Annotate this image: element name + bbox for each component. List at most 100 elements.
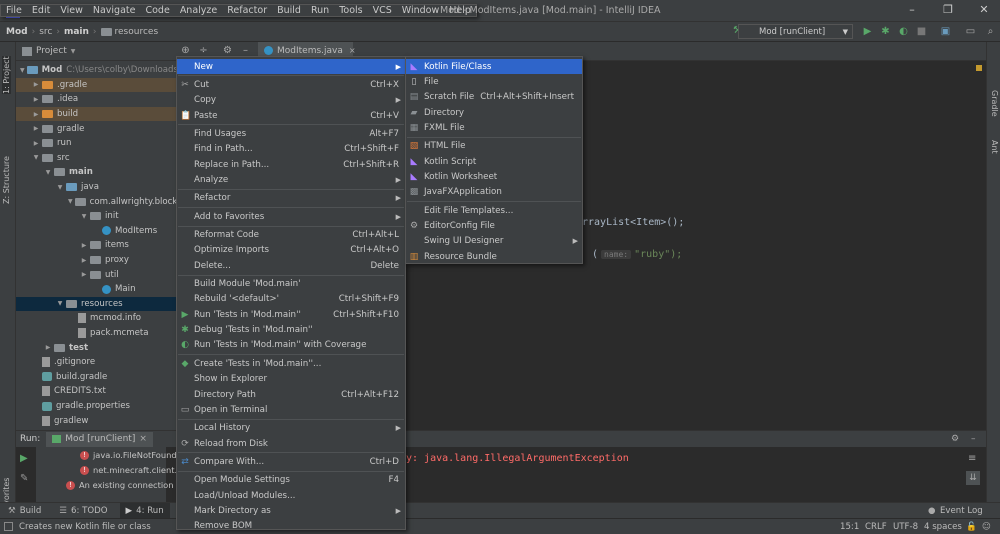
lock-icon[interactable]: 🔓 bbox=[966, 522, 977, 532]
expand-arrow-icon[interactable]: ▼ bbox=[80, 213, 88, 220]
menu-tools[interactable]: Tools bbox=[334, 5, 367, 16]
close-icon[interactable]: ✕ bbox=[977, 3, 991, 17]
stop-icon[interactable]: ■ bbox=[916, 26, 927, 37]
project-structure-icon[interactable]: ▣ bbox=[940, 26, 951, 37]
expand-arrow-icon[interactable]: ▶ bbox=[44, 344, 52, 351]
menu-item-fxml-file[interactable]: ▦ FXML File bbox=[406, 120, 582, 135]
expand-arrow-icon[interactable]: ▶ bbox=[32, 125, 40, 132]
menu-item-directory[interactable]: ▰ Directory bbox=[406, 105, 582, 120]
tree-node[interactable]: ▶ items bbox=[16, 238, 176, 253]
tree-node[interactable]: .gitignore bbox=[16, 355, 176, 370]
menu-item-mark-directory-as[interactable]: Mark Directory as ▶ bbox=[177, 503, 405, 518]
menu-item-optimize-imports[interactable]: Optimize Imports Ctrl+Alt+O bbox=[177, 243, 405, 258]
run-tool-tab[interactable]: ▶ 4: Run bbox=[119, 503, 170, 518]
menu-item-new[interactable]: New ▶ bbox=[177, 59, 405, 74]
menu-item-build-module-mod-main[interactable]: Build Module 'Mod.main' bbox=[177, 277, 405, 292]
tool-windows-icon[interactable] bbox=[4, 522, 13, 531]
menu-build[interactable]: Build bbox=[272, 5, 306, 16]
gradle-tool-tab[interactable]: Gradle bbox=[990, 90, 999, 117]
expand-arrow-icon[interactable]: ▶ bbox=[32, 111, 40, 118]
menu-item-debug-tests-in-mod-main[interactable]: ✱ Debug 'Tests in 'Mod.main'' bbox=[177, 323, 405, 338]
menu-item-rebuild-default[interactable]: Rebuild '<default>' Ctrl+Shift+F9 bbox=[177, 292, 405, 307]
expand-arrow-icon[interactable]: ▶ bbox=[80, 242, 88, 249]
run-tab[interactable]: Mod [runClient] × bbox=[46, 431, 153, 447]
tree-node[interactable]: ▶ proxy bbox=[16, 253, 176, 268]
expand-arrow-icon[interactable]: ▶ bbox=[32, 81, 40, 88]
menu-analyze[interactable]: Analyze bbox=[175, 5, 222, 16]
menu-item-resource-bundle[interactable]: ▥ Resource Bundle bbox=[406, 249, 582, 264]
collapse-icon[interactable]: ÷ bbox=[198, 45, 209, 56]
coverage-icon[interactable]: ◐ bbox=[898, 26, 909, 37]
soft-wrap-icon[interactable]: ≡ bbox=[968, 453, 976, 464]
menu-navigate[interactable]: Navigate bbox=[88, 5, 141, 16]
list-item[interactable]: ! net.minecraft.client.re bbox=[80, 465, 186, 475]
scroll-to-end-icon[interactable]: ⇊ bbox=[966, 471, 980, 485]
expand-arrow-icon[interactable]: ▼ bbox=[56, 300, 64, 307]
tree-node[interactable]: pack.mcmeta bbox=[16, 326, 176, 341]
menu-item-create-tests-in-mod-main[interactable]: ◆ Create 'Tests in 'Mod.main''... bbox=[177, 356, 405, 371]
tree-node[interactable]: build.gradle bbox=[16, 370, 176, 385]
menu-item-kotlin-file-class[interactable]: ◣ Kotlin File/Class bbox=[406, 59, 582, 74]
menu-item-kotlin-worksheet[interactable]: ◣ Kotlin Worksheet bbox=[406, 169, 582, 184]
gear-icon[interactable]: ⚙ bbox=[951, 434, 959, 444]
project-view-select[interactable]: Project bbox=[36, 46, 67, 56]
tree-node[interactable]: gradlew bbox=[16, 413, 176, 428]
tree-node[interactable]: CREDITS.txt bbox=[16, 384, 176, 399]
menu-file[interactable]: File bbox=[1, 5, 27, 16]
menu-item-swing-ui-designer[interactable]: Swing UI Designer ▶ bbox=[406, 234, 582, 249]
menu-item-find-in-path[interactable]: Find in Path... Ctrl+Shift+F bbox=[177, 142, 405, 157]
menu-item-kotlin-script[interactable]: ◣ Kotlin Script bbox=[406, 154, 582, 169]
menu-item-cut[interactable]: ✂ Cut Ctrl+X bbox=[177, 77, 405, 92]
line-separator[interactable]: CRLF bbox=[865, 522, 887, 532]
tree-node[interactable]: mcmod.info bbox=[16, 311, 176, 326]
ant-tool-tab[interactable]: Ant bbox=[990, 140, 999, 154]
tree-node[interactable]: ▼ init bbox=[16, 209, 176, 224]
expand-arrow-icon[interactable]: ▶ bbox=[32, 140, 40, 147]
menu-refactor[interactable]: Refactor bbox=[222, 5, 272, 16]
search-icon[interactable]: ⌕ bbox=[985, 26, 996, 37]
tree-node[interactable]: ModItems bbox=[16, 224, 176, 239]
tree-node[interactable]: ▼ resources bbox=[16, 296, 176, 312]
caret-position[interactable]: 15:1 bbox=[840, 522, 859, 532]
menu-item-edit-file-templates[interactable]: Edit File Templates... bbox=[406, 203, 582, 218]
menu-edit[interactable]: Edit bbox=[27, 5, 55, 16]
structure-tool-tab[interactable]: Z: Structure bbox=[2, 156, 11, 204]
menu-item-compare-with[interactable]: ⇄ Compare With... Ctrl+D bbox=[177, 454, 405, 469]
rerun-icon[interactable]: ▶ bbox=[20, 453, 28, 464]
menu-item-replace-in-path[interactable]: Replace in Path... Ctrl+Shift+R bbox=[177, 157, 405, 172]
menu-item-reformat-code[interactable]: Reformat Code Ctrl+Alt+L bbox=[177, 228, 405, 243]
menu-item-file[interactable]: ▯ File bbox=[406, 74, 582, 89]
expand-arrow-icon[interactable]: ▼ bbox=[32, 154, 40, 161]
menu-code[interactable]: Code bbox=[140, 5, 174, 16]
tree-node[interactable]: ▶ util bbox=[16, 267, 176, 282]
build-tool-tab[interactable]: Build bbox=[20, 506, 42, 516]
debug-icon[interactable]: ✱ bbox=[880, 26, 891, 37]
breadcrumb-resources[interactable]: resources bbox=[115, 27, 159, 37]
expand-arrow-icon[interactable]: ▼ bbox=[20, 67, 25, 74]
menu-item-javafxapplication[interactable]: ▩ JavaFXApplication bbox=[406, 185, 582, 200]
run-icon[interactable]: ▶ bbox=[862, 26, 873, 37]
inspector-icon[interactable]: ☺ bbox=[982, 522, 991, 532]
hide-icon[interactable]: – bbox=[240, 45, 251, 56]
menu-run[interactable]: Run bbox=[306, 5, 334, 16]
list-item[interactable]: ! java.io.FileNotFoundE bbox=[80, 450, 182, 460]
close-tab-icon[interactable]: × bbox=[139, 434, 147, 444]
run-config-select[interactable]: Mod [runClient] ▼ bbox=[738, 24, 853, 39]
menu-item-run-tests-in-mod-main[interactable]: ▶ Run 'Tests in 'Mod.main'' Ctrl+Shift+F10 bbox=[177, 307, 405, 322]
tree-node[interactable]: ▼ Mod C:\Users\colby\Downloads\ bbox=[16, 63, 176, 78]
menu-item-run-tests-in-mod-main-with-coverage[interactable]: ◐ Run 'Tests in 'Mod.main'' with Coverage bbox=[177, 338, 405, 353]
expand-arrow-icon[interactable]: ▶ bbox=[32, 96, 40, 103]
gear-icon[interactable]: ⚙ bbox=[222, 45, 233, 56]
tree-node[interactable]: ▶ build bbox=[16, 106, 176, 122]
expand-arrow-icon[interactable]: ▼ bbox=[44, 169, 52, 176]
chevron-down-icon[interactable]: ▼ bbox=[71, 48, 76, 55]
tree-node[interactable]: Main bbox=[16, 282, 176, 297]
menu-view[interactable]: View bbox=[55, 5, 88, 16]
menu-item-copy[interactable]: Copy ▶ bbox=[177, 93, 405, 108]
menu-item-open-in-terminal[interactable]: ▭ Open in Terminal bbox=[177, 402, 405, 417]
tree-node[interactable]: ▼ java bbox=[16, 180, 176, 195]
tree-node[interactable]: gradle.properties bbox=[16, 399, 176, 414]
breadcrumb-mod[interactable]: Mod bbox=[6, 27, 28, 37]
menu-vcs[interactable]: VCS bbox=[368, 5, 397, 16]
target-icon[interactable]: ⊕ bbox=[180, 45, 191, 56]
